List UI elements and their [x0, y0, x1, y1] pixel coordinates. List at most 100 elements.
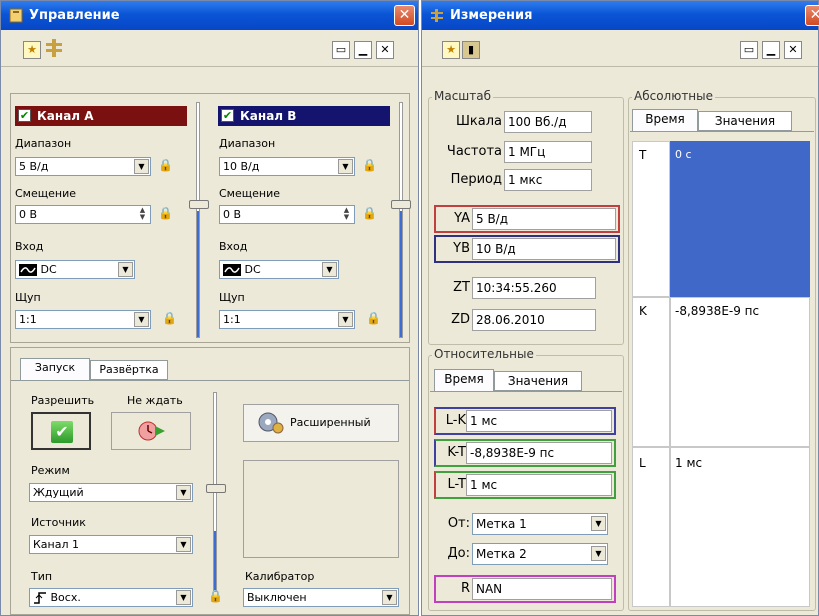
slider-thumb[interactable]	[391, 200, 411, 209]
r-field[interactable]: NAN	[472, 578, 612, 600]
channel-b-input-select[interactable]: DC ▼	[219, 260, 339, 279]
favorite-icon[interactable]: ★	[442, 41, 460, 59]
channel-a-level-slider[interactable]	[196, 102, 200, 338]
mode-select[interactable]: Ждущий ▼	[29, 483, 193, 502]
lock-icon[interactable]: 🔒	[362, 157, 377, 173]
zt-field[interactable]: 10:34:55.260	[472, 277, 596, 299]
spinner-arrows-icon[interactable]: ▲ ▼	[340, 207, 353, 222]
dock-icon[interactable]: ▭	[332, 41, 350, 59]
channel-b-checkbox[interactable]: ✔	[221, 109, 234, 122]
row-t-label-cell: T	[632, 141, 670, 297]
channel-b-offset-spinner[interactable]: 0 В ▲ ▼	[219, 205, 355, 224]
favorite-icon[interactable]: ★	[23, 41, 41, 59]
close-icon[interactable]: ✕	[394, 5, 415, 26]
scale-field[interactable]: 100 Вб./д	[504, 111, 592, 133]
slider-thumb[interactable]	[189, 200, 209, 209]
rising-edge-icon	[34, 592, 46, 604]
chevron-down-icon[interactable]: ▼	[591, 546, 606, 561]
ya-field[interactable]: 5 В/д	[472, 208, 616, 230]
chevron-down-icon[interactable]: ▼	[176, 590, 191, 605]
kt-label: K-T	[447, 445, 466, 460]
chevron-down-icon[interactable]: ▼	[134, 312, 149, 327]
chevron-down-icon[interactable]: ▼	[382, 590, 397, 605]
calibrator-select[interactable]: Выключен ▼	[243, 588, 399, 607]
row-k-label-cell: K	[632, 297, 670, 447]
spinner-arrows-icon[interactable]: ▲ ▼	[136, 207, 149, 222]
lt-field[interactable]: 1 мс	[466, 474, 612, 496]
tab-sweep[interactable]: Развёртка	[90, 360, 168, 380]
channel-b-range-select[interactable]: 10 В/д ▼	[219, 157, 355, 176]
no-wait-button[interactable]	[111, 412, 191, 450]
chevron-down-icon[interactable]: ▼	[322, 262, 337, 277]
channel-a-label: Канал A	[37, 109, 94, 123]
scale-group-title: Масштаб	[432, 89, 494, 103]
lk-field[interactable]: 1 мс	[466, 410, 612, 432]
dock-icon[interactable]: ▭	[740, 41, 758, 59]
window-icon	[9, 8, 23, 23]
row-k-value-cell[interactable]: -8,8938E-9 пс	[670, 297, 810, 447]
lock-icon[interactable]: 🔒	[158, 205, 173, 221]
source-select[interactable]: Канал 1 ▼	[29, 535, 193, 554]
tab-absolute-time[interactable]: Время	[632, 109, 698, 131]
zd-field[interactable]: 28.06.2010	[472, 309, 596, 331]
channel-a-range-select[interactable]: 5 В/д ▼	[15, 157, 151, 176]
row-t-value-cell[interactable]: 0 с	[670, 141, 810, 297]
notebook-icon[interactable]: ▮	[462, 41, 480, 59]
yb-field[interactable]: 10 В/д	[472, 238, 616, 260]
close-panel-icon[interactable]: ✕	[784, 41, 802, 59]
lock-icon[interactable]: 🔒	[362, 205, 377, 221]
allow-button[interactable]: ✔	[31, 412, 91, 450]
tab-relative-values[interactable]: Значения	[494, 371, 582, 391]
gear-icon	[258, 412, 284, 434]
chevron-down-icon[interactable]: ▼	[176, 485, 191, 500]
zt-label: ZT	[453, 280, 470, 295]
channel-a-probe-label: Щуп	[15, 291, 41, 304]
minimize-icon[interactable]: ▁	[762, 41, 780, 59]
channel-b-probe-select[interactable]: 1:1 ▼	[219, 310, 355, 329]
row-l-value-cell[interactable]: 1 мс	[670, 447, 810, 607]
slider-thumb[interactable]	[206, 484, 226, 493]
relative-group-title: Относительные	[432, 347, 536, 361]
channel-a-offset-label: Смещение	[15, 187, 76, 200]
close-icon[interactable]: ✕	[805, 5, 819, 26]
tab-relative-time[interactable]: Время	[434, 369, 494, 391]
tab-trigger[interactable]: Запуск	[20, 358, 90, 380]
chevron-down-icon[interactable]: ▼	[176, 537, 191, 552]
lock-icon: 🔒	[162, 311, 177, 325]
control-window: Управление ✕ ★ ▭ ▁ ✕ ✔ Канал A Диапазон …	[0, 0, 419, 616]
frequency-field[interactable]: 1 МГц	[504, 141, 592, 163]
period-field[interactable]: 1 мкс	[504, 169, 592, 191]
measure-title: Измерения	[450, 8, 533, 23]
channel-a-checkbox[interactable]: ✔	[18, 109, 31, 122]
lock-icon[interactable]: 🔒	[208, 588, 223, 604]
control-toolbar: ★ ▭ ▁ ✕	[1, 31, 418, 67]
cursor-tool-icon[interactable]	[43, 37, 65, 59]
window-icon	[431, 9, 443, 22]
chevron-down-icon[interactable]: ▼	[338, 312, 353, 327]
channel-b-level-slider[interactable]	[399, 102, 403, 338]
control-title: Управление	[29, 8, 120, 23]
measure-toolbar: ★ ▮ ▭ ▁ ✕	[422, 31, 818, 67]
advanced-button[interactable]: Расширенный	[243, 404, 399, 442]
from-select[interactable]: Метка 1 ▼	[472, 513, 608, 535]
kt-field[interactable]: -8,8938E-9 пс	[466, 442, 612, 464]
channel-b-header[interactable]: ✔ Канал B	[218, 106, 390, 126]
type-label: Тип	[31, 570, 53, 583]
checkmark-icon: ✔	[51, 421, 73, 443]
minimize-icon[interactable]: ▁	[354, 41, 372, 59]
chevron-down-icon[interactable]: ▼	[134, 159, 149, 174]
type-select[interactable]: Восх. ▼	[29, 588, 193, 607]
channel-b-offset-label: Смещение	[219, 187, 280, 200]
channel-a-probe-select[interactable]: 1:1 ▼	[15, 310, 151, 329]
tab-absolute-values[interactable]: Значения	[698, 111, 792, 131]
chevron-down-icon[interactable]: ▼	[338, 159, 353, 174]
channel-a-input-select[interactable]: DC ▼	[15, 260, 135, 279]
measure-window: Измерения ✕ ★ ▮ ▭ ▁ ✕ Масштаб Шкала 100 …	[421, 0, 819, 616]
lock-icon[interactable]: 🔒	[158, 157, 173, 173]
chevron-down-icon[interactable]: ▼	[591, 516, 606, 531]
to-select[interactable]: Метка 2 ▼	[472, 543, 608, 565]
close-panel-icon[interactable]: ✕	[376, 41, 394, 59]
channel-a-header[interactable]: ✔ Канал A	[15, 106, 187, 126]
channel-a-offset-spinner[interactable]: 0 В ▲ ▼	[15, 205, 151, 224]
chevron-down-icon[interactable]: ▼	[118, 262, 133, 277]
